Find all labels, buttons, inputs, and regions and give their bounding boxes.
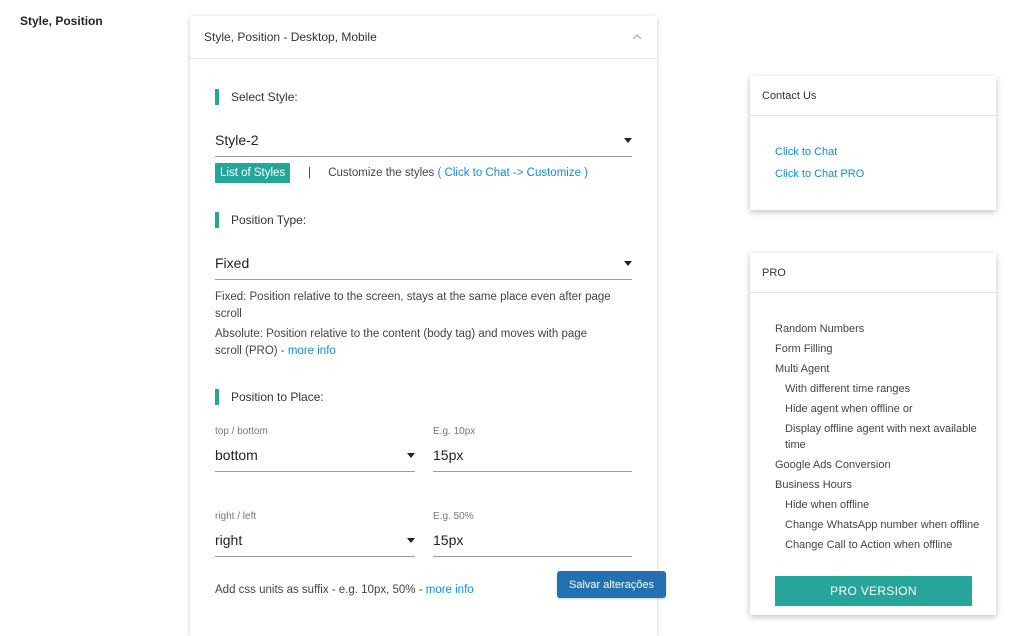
contact-links: Click to Chat Click to Chat PRO (750, 116, 996, 180)
position-place-label: Position to Place: (231, 390, 324, 404)
style-position-card: Style, Position - Desktop, Mobile Select… (190, 16, 657, 636)
top-bottom-select[interactable]: bottom (215, 447, 415, 472)
right-left-select[interactable]: right (215, 532, 415, 557)
caret-down-icon (407, 452, 415, 458)
save-changes-button[interactable]: Salvar alterações (557, 571, 666, 598)
horizontal-offset-label: E.g. 50% (433, 511, 474, 522)
fixed-description: Fixed: Position relative to the screen, … (215, 291, 611, 320)
absolute-description-text: Absolute: Position relative to the conte… (215, 328, 588, 357)
pro-feature-item: Google Ads Conversion (775, 459, 891, 471)
customize-text: Customize the styles (328, 167, 435, 179)
pro-feature-item: Business Hours (775, 479, 853, 491)
heading-accent-bar (215, 212, 219, 228)
pro-feature-item: Hide when offline (785, 499, 870, 511)
pro-feature-list: Random Numbers Form Filling Multi Agent … (750, 293, 996, 553)
vertical-offset-label: E.g. 10px (433, 426, 476, 437)
pro-feature-item: Change Call to Action when offline (785, 539, 953, 551)
customize-link[interactable]: ( Click to Chat -> Customize ) (438, 167, 589, 179)
css-units-text: Add css units as suffix - e.g. 10px, 50%… (215, 584, 423, 596)
chevron-up-icon[interactable] (631, 31, 643, 43)
heading-accent-bar (215, 89, 219, 105)
customize-row: | Customize the styles ( Click to Chat -… (308, 167, 588, 179)
right-left-label: right / left (215, 511, 257, 522)
pro-card-title: PRO (750, 253, 996, 293)
right-left-value: right (215, 532, 243, 548)
caret-down-icon (624, 137, 632, 143)
pro-feature-item: Multi Agent (775, 363, 830, 375)
card-header[interactable]: Style, Position - Desktop, Mobile (190, 16, 657, 59)
section-label: Style, Position (20, 14, 103, 28)
contact-card-title: Contact Us (750, 76, 996, 116)
heading-accent-bar (215, 389, 219, 405)
style-select[interactable]: Style-2 (215, 132, 632, 157)
pro-feature-item: Display offline agent with next availabl… (785, 423, 977, 451)
card-title: Style, Position - Desktop, Mobile (204, 30, 377, 44)
pro-version-button[interactable]: PRO VERSION (775, 576, 972, 606)
caret-down-icon (624, 260, 632, 266)
top-bottom-label: top / bottom (215, 426, 268, 437)
pro-feature-item: Form Filling (775, 343, 833, 355)
absolute-description: Absolute: Position relative to the conte… (215, 326, 615, 360)
click-to-chat-pro-link[interactable]: Click to Chat PRO (775, 168, 996, 180)
css-units-note: Add css units as suffix - e.g. 10px, 50%… (215, 582, 615, 599)
more-info-link[interactable]: more info (426, 584, 474, 596)
position-type-heading: Position Type: (215, 212, 306, 228)
position-place-heading: Position to Place: (215, 389, 324, 405)
list-of-styles-button[interactable]: List of Styles (215, 163, 291, 183)
select-style-heading: Select Style: (215, 89, 298, 105)
pro-feature-item: With different time ranges (785, 383, 911, 395)
horizontal-offset-input[interactable]: 15px (433, 532, 632, 557)
separator: | (308, 167, 311, 179)
pro-card: PRO Random Numbers Form Filling Multi Ag… (750, 253, 996, 615)
caret-down-icon (407, 537, 415, 543)
top-bottom-value: bottom (215, 447, 258, 463)
style-select-value: Style-2 (215, 132, 259, 148)
position-type-select[interactable]: Fixed (215, 255, 632, 280)
contact-card: Contact Us Click to Chat Click to Chat P… (750, 76, 996, 210)
position-type-label: Position Type: (231, 213, 307, 227)
select-style-label: Select Style: (231, 90, 298, 104)
position-type-value: Fixed (215, 255, 250, 271)
pro-feature-item: Random Numbers (775, 323, 865, 335)
more-info-link[interactable]: more info (288, 345, 336, 357)
pro-feature-item: Hide agent when offline or (785, 403, 913, 415)
click-to-chat-link[interactable]: Click to Chat (775, 146, 996, 158)
vertical-offset-input[interactable]: 15px (433, 447, 632, 472)
pro-feature-item: Change WhatsApp number when offline (785, 519, 980, 531)
